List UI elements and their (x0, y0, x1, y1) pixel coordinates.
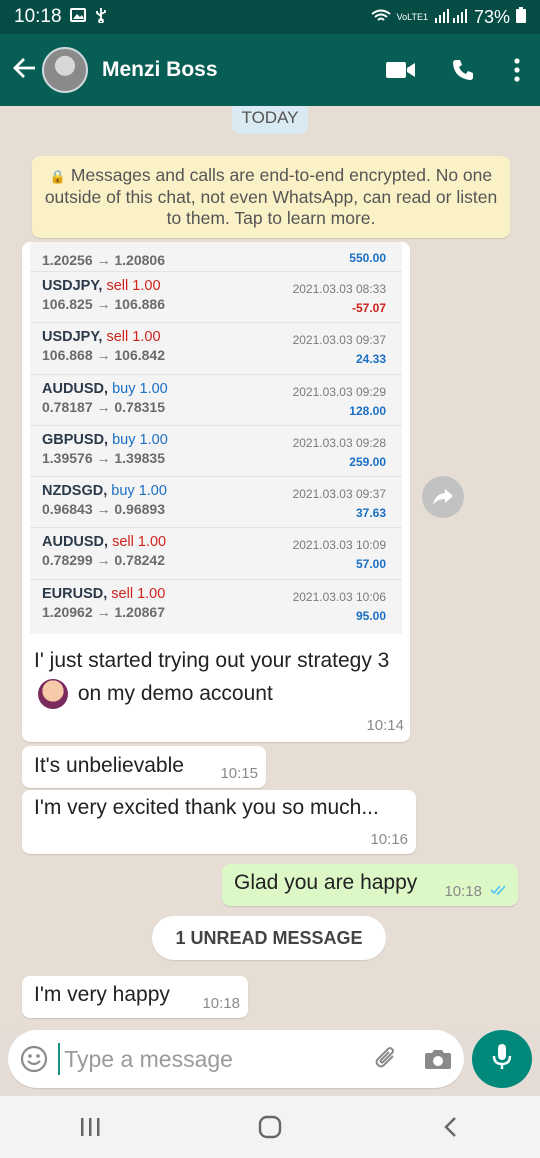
encryption-notice[interactable]: 🔒 Messages and calls are end-to-end encr… (32, 156, 510, 238)
signal-icon (434, 7, 468, 28)
trade-price: 106.825 → 106.886 (42, 296, 165, 312)
trade-pl: 550.00 (349, 251, 386, 265)
status-right: VoLTE1 73% (370, 6, 526, 28)
read-ticks-icon (490, 883, 508, 900)
message-time: 10:15 (220, 765, 258, 782)
trade-row: 1.20256 → 1.20806 550.00 (30, 242, 402, 272)
message-bubble[interactable]: It's unbelievable 10:15 (22, 746, 266, 788)
status-time: 10:18 (14, 6, 62, 27)
message-time: 10:18 (202, 995, 240, 1012)
trade-date: 2021.03.03 09:29 (292, 384, 386, 399)
message-input[interactable] (58, 1043, 361, 1075)
trade-price: 1.20962 → 1.20867 (42, 603, 165, 620)
trade-row: USDJPY, sell 1.00 106.825 → 106.886 2021… (30, 272, 402, 324)
trade-row: AUDUSD, sell 1.00 0.78299 → 0.78242 2021… (30, 528, 402, 580)
trade-pl: 57.00 (355, 557, 386, 572)
trade-pl: -57.07 (351, 301, 386, 315)
message-time: 10:16 (370, 831, 408, 848)
trade-price: 0.78299 → 0.78242 (42, 552, 165, 569)
forward-icon[interactable] (422, 476, 464, 518)
unread-divider: 1 UNREAD MESSAGE (152, 916, 386, 960)
emoji-icon[interactable] (10, 1045, 58, 1073)
trade-row: EURUSD, sell 1.00 1.20962 → 1.20867 2021… (30, 580, 402, 631)
trade-date: 2021.03.03 10:09 (292, 538, 386, 553)
network-label: VoLTE1 (396, 12, 428, 22)
trade-pl: 259.00 (349, 454, 386, 469)
trade-date: 2021.03.03 09:37 (292, 333, 386, 348)
trade-date: 2021.03.03 09:37 (292, 487, 386, 502)
message-bubble-image[interactable]: 1.20256 → 1.20806 550.00 USDJPY, sell 1.… (22, 242, 410, 742)
home-icon[interactable] (220, 1115, 320, 1139)
chat-header: Menzi Boss (0, 34, 540, 106)
back-arrow-icon[interactable] (8, 54, 42, 86)
trade-row: GBPUSD, buy 1.00 1.39576 → 1.39835 2021.… (30, 426, 402, 478)
trade-price: 1.39576 → 1.39835 (42, 449, 165, 466)
recents-icon[interactable] (40, 1117, 140, 1137)
avatar[interactable] (42, 47, 88, 93)
message-text: It's unbelievable (34, 754, 184, 777)
trade-price: 0.96843 → 0.96893 (42, 501, 165, 518)
message-composer (8, 1030, 464, 1088)
message-caption: I' just started trying out your strategy… (34, 644, 400, 710)
battery-percent: 73% (473, 6, 510, 27)
trade-price: 1.20256 → 1.20806 (42, 252, 165, 268)
person-gesturing-emoji (38, 679, 68, 710)
trade-date: 2021.03.03 10:06 (292, 589, 386, 604)
mic-button[interactable] (472, 1030, 532, 1088)
status-left: 10:18 (14, 6, 108, 28)
trade-screenshot-image[interactable]: 1.20256 → 1.20806 550.00 USDJPY, sell 1.… (30, 242, 402, 634)
battery-icon (516, 6, 526, 28)
trade-row: NZDSGD, buy 1.00 0.96843 → 0.96893 2021.… (30, 477, 402, 529)
more-vert-icon[interactable] (494, 58, 540, 82)
message-bubble[interactable]: I'm very happy 10:18 (22, 976, 248, 1018)
trade-price: 0.78187 → 0.78315 (42, 398, 165, 415)
trade-pl: 24.33 (355, 352, 386, 367)
trade-pl: 95.00 (355, 608, 386, 623)
attach-icon[interactable] (360, 1046, 412, 1072)
message-text: I'm very excited thank you so much... (34, 796, 379, 819)
usb-icon (94, 7, 108, 27)
camera-icon[interactable] (412, 1047, 464, 1071)
mic-icon (491, 1043, 513, 1076)
video-call-icon[interactable] (370, 60, 432, 80)
system-nav-bar (0, 1096, 540, 1158)
trade-date: 2021.03.03 08:33 (292, 282, 386, 296)
message-bubble[interactable]: I'm very excited thank you so much... 10… (22, 790, 416, 854)
contact-name[interactable]: Menzi Boss (102, 58, 370, 82)
encryption-text: Messages and calls are end-to-end encryp… (44, 165, 498, 228)
message-text: I'm very happy (34, 983, 170, 1006)
phone-icon[interactable] (432, 58, 494, 82)
trade-row: USDJPY, sell 1.00 106.868 → 106.842 2021… (30, 323, 402, 375)
wifi-icon (370, 7, 391, 28)
back-icon[interactable] (400, 1116, 500, 1138)
trade-pl: 37.63 (355, 506, 386, 521)
day-chip: TODAY (232, 106, 308, 134)
message-time: 10:14 (366, 717, 404, 734)
message-time: 10:18 (444, 883, 482, 900)
message-bubble-outgoing[interactable]: Glad you are happy 10:18 (222, 864, 518, 906)
trade-price: 106.868 → 106.842 (42, 347, 165, 364)
gallery-icon (69, 8, 86, 26)
message-text: Glad you are happy (234, 871, 418, 894)
trade-row: AUDUSD, buy 1.00 0.78187 → 0.78315 2021.… (30, 375, 402, 426)
status-bar: 10:18 VoLTE1 73% (0, 0, 540, 34)
chat-area[interactable]: TODAY 🔒 Messages and calls are end-to-en… (0, 106, 540, 1030)
lock-icon: 🔒 (49, 169, 67, 184)
trade-date: 2021.03.03 09:28 (292, 435, 386, 450)
trade-pl: 128.00 (349, 403, 386, 418)
